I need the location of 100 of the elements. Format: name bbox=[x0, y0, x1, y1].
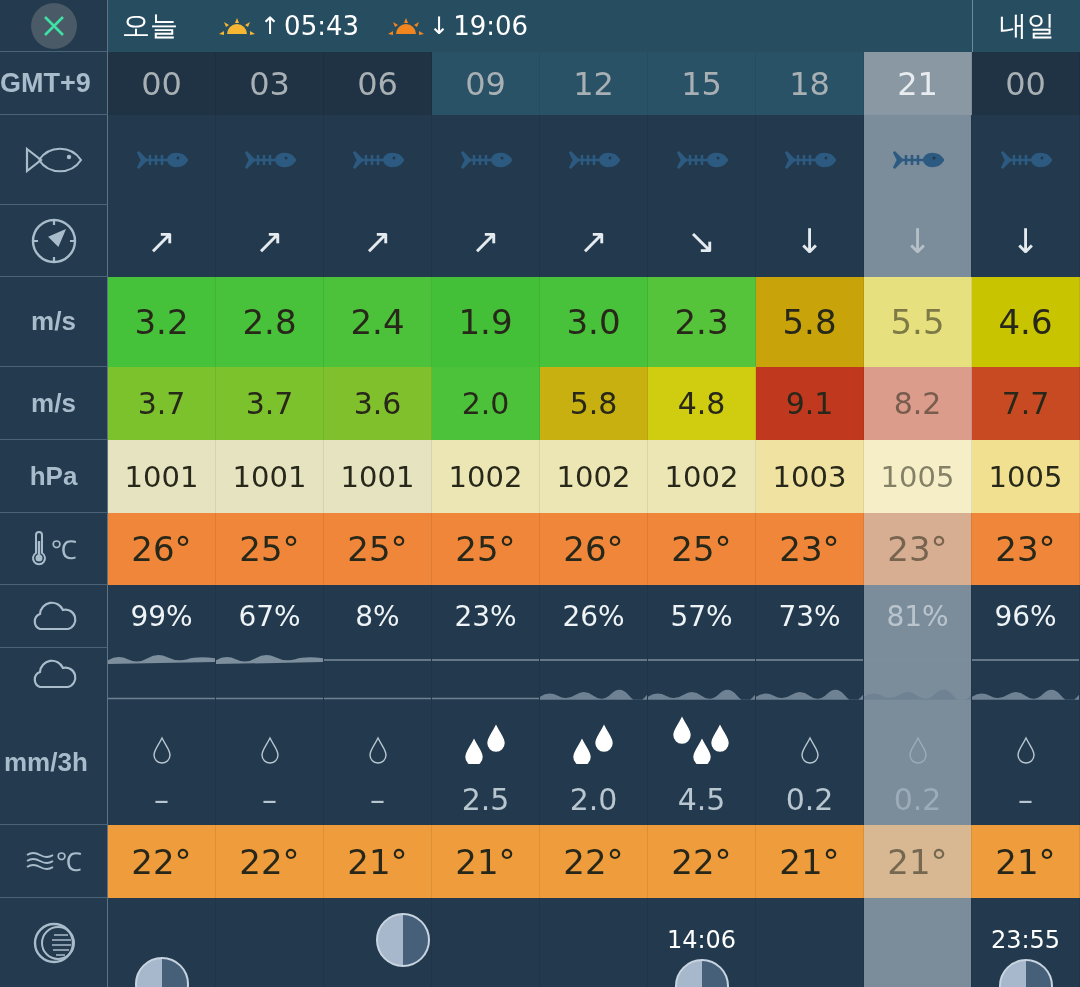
sea-temperature-cell: 22° bbox=[648, 825, 756, 898]
cloud-cover-cell: 81% bbox=[864, 585, 972, 648]
tomorrow-label: 내일 bbox=[998, 8, 1055, 44]
fish-skeleton-icon bbox=[675, 150, 728, 170]
hour-cell[interactable]: 09 bbox=[432, 52, 540, 115]
sea-temperature-cell: 21° bbox=[432, 825, 540, 898]
pressure-cell: 1001 bbox=[216, 440, 324, 513]
up-arrow: ↑ bbox=[260, 12, 281, 40]
pressure-cell: 1005 bbox=[972, 440, 1080, 513]
temperature-cell: 23° bbox=[864, 513, 972, 585]
wind-direction-arrow: ↗ bbox=[471, 221, 500, 261]
raindrops-icon bbox=[571, 724, 616, 764]
rain-amount: – bbox=[1018, 782, 1033, 817]
wind-gust-cell: 5.8 bbox=[540, 367, 648, 440]
wind-gust-cell: 2.0 bbox=[432, 367, 540, 440]
close-icon bbox=[42, 14, 65, 37]
rain-amount: – bbox=[370, 782, 385, 817]
sea-temperature-unit: ℃ bbox=[55, 846, 82, 879]
wind-gust-cell: 3.7 bbox=[216, 367, 324, 440]
raindrop-icon bbox=[151, 736, 172, 764]
wind-speed-cell: 5.5 bbox=[864, 277, 972, 367]
fish-skeleton-icon bbox=[891, 150, 944, 170]
hour-cell[interactable]: 03 bbox=[216, 52, 324, 115]
compass-icon bbox=[29, 216, 78, 265]
sea-temperature-cell: 21° bbox=[756, 825, 864, 898]
temperature-unit: ℃ bbox=[50, 533, 77, 567]
wind-direction-arrow: ↗ bbox=[363, 221, 392, 261]
wind-speed-cell: 2.3 bbox=[648, 277, 756, 367]
sunset-icon bbox=[387, 16, 426, 36]
cloud-cover-cell: 73% bbox=[756, 585, 864, 648]
wind-direction-arrow: ↓ bbox=[1011, 221, 1040, 261]
cloud-cover-cell: 26% bbox=[540, 585, 648, 648]
fish-skeleton-icon bbox=[999, 150, 1052, 170]
wind-gust-cell: 8.2 bbox=[864, 367, 972, 440]
moon-time: 14:06 bbox=[666, 926, 737, 954]
wind-speed-cell: 2.8 bbox=[216, 277, 324, 367]
fish-skeleton-icon bbox=[135, 150, 188, 170]
sunset-time: 19:06 bbox=[453, 11, 529, 41]
rain-amount: – bbox=[262, 782, 277, 817]
moon-phase-icon bbox=[31, 920, 76, 965]
wind-direction-arrow: ↘ bbox=[687, 221, 716, 261]
raindrop-icon bbox=[1015, 736, 1036, 764]
rain-amount: 2.5 bbox=[461, 782, 510, 817]
hour-cell[interactable]: 21 bbox=[864, 52, 972, 115]
pressure-unit-label: hPa bbox=[0, 440, 108, 513]
wind-gust-cell: 3.7 bbox=[108, 367, 216, 440]
fish-skeleton-icon bbox=[567, 150, 620, 170]
sea-temperature-cell: 22° bbox=[108, 825, 216, 898]
raindrop-icon bbox=[259, 736, 280, 764]
fish-skeleton-icon bbox=[459, 150, 512, 170]
cloud-cover-cell: 23% bbox=[432, 585, 540, 648]
temperature-cell: 23° bbox=[972, 513, 1080, 585]
rain-amount: – bbox=[154, 782, 169, 817]
today-label: 오늘 bbox=[122, 8, 178, 44]
fish-skeleton-icon bbox=[783, 150, 836, 170]
wind-speed-cell: 1.9 bbox=[432, 277, 540, 367]
wind-speed-cell: 3.2 bbox=[108, 277, 216, 367]
pressure-cell: 1001 bbox=[324, 440, 432, 513]
wind-gust-cell: 9.1 bbox=[756, 367, 864, 440]
temperature-cell: 25° bbox=[216, 513, 324, 585]
raindrops-icon bbox=[463, 724, 508, 764]
rain-amount: 2.0 bbox=[569, 782, 618, 817]
hour-cell[interactable]: 00 bbox=[108, 52, 216, 115]
wind-gust-cell: 4.8 bbox=[648, 367, 756, 440]
hour-cell[interactable]: 18 bbox=[756, 52, 864, 115]
temperature-cell: 26° bbox=[540, 513, 648, 585]
hour-cell[interactable]: 06 bbox=[324, 52, 432, 115]
temperature-cell: 25° bbox=[648, 513, 756, 585]
sea-temperature-cell: 21° bbox=[324, 825, 432, 898]
wind-speed-cell: 2.4 bbox=[324, 277, 432, 367]
wind-direction-arrow: ↗ bbox=[255, 221, 284, 261]
pressure-cell: 1002 bbox=[540, 440, 648, 513]
sea-temperature-cell: 22° bbox=[216, 825, 324, 898]
cloud-cover-cell: 96% bbox=[972, 585, 1080, 648]
wind-speed-cell: 4.6 bbox=[972, 277, 1080, 367]
hour-cell[interactable]: 12 bbox=[540, 52, 648, 115]
waves-icon bbox=[25, 850, 54, 872]
temperature-cell: 25° bbox=[432, 513, 540, 585]
wind-direction-arrow: ↗ bbox=[147, 221, 176, 261]
wind-gust-cell: 7.7 bbox=[972, 367, 1080, 440]
wind-gust-cell: 3.6 bbox=[324, 367, 432, 440]
raindrop-icon bbox=[799, 736, 820, 764]
wind-direction-arrow: ↗ bbox=[579, 221, 608, 261]
hour-cell[interactable]: 15 bbox=[648, 52, 756, 115]
down-arrow: ↓ bbox=[429, 12, 450, 40]
sea-temperature-cell: 22° bbox=[540, 825, 648, 898]
cloud-cover-cell: 57% bbox=[648, 585, 756, 648]
temperature-cell: 23° bbox=[756, 513, 864, 585]
rain-amount: 4.5 bbox=[677, 782, 726, 817]
temperature-cell: 25° bbox=[324, 513, 432, 585]
fish-skeleton-icon bbox=[351, 150, 404, 170]
timezone-label: GMT+9 bbox=[0, 52, 108, 115]
raindrops-icon bbox=[671, 716, 732, 764]
raindrop-icon bbox=[907, 736, 928, 764]
fish-skeleton-icon bbox=[243, 150, 296, 170]
pressure-cell: 1002 bbox=[432, 440, 540, 513]
sunrise-icon bbox=[218, 16, 256, 36]
hour-cell[interactable]: 00 bbox=[972, 52, 1080, 115]
raindrop-icon bbox=[367, 736, 388, 764]
wind-speed-cell: 5.8 bbox=[756, 277, 864, 367]
